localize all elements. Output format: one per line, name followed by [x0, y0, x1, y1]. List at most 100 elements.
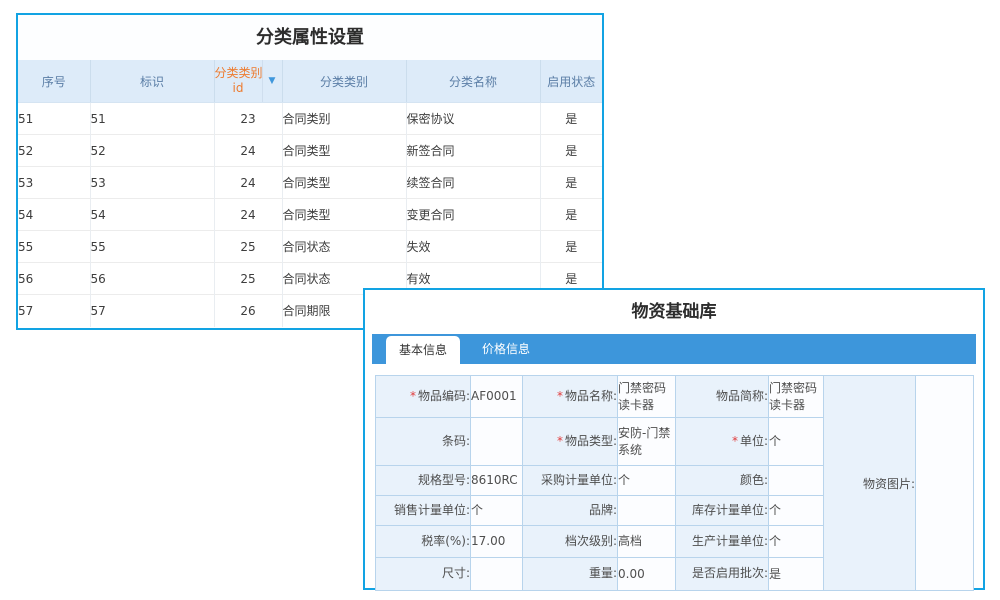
field-value-item-type: 安防-门禁系统 — [618, 418, 676, 466]
cell-enabled-status: 是 — [540, 135, 602, 167]
field-value-barcode — [471, 418, 523, 466]
field-label-tax-rate: 税率(%): — [376, 526, 471, 558]
field-label-item-name: *物品名称: — [523, 376, 618, 418]
basic-info-form: *物品编码: AF0001 *物品名称: 门禁密码读卡器 物品简称: 门禁密码读… — [375, 375, 974, 591]
field-label-barcode: 条码: — [376, 418, 471, 466]
field-value-batch-enabled: 是 — [769, 558, 824, 591]
field-value-production-unit: 个 — [769, 526, 824, 558]
field-value-tax-rate: 17.00 — [471, 526, 523, 558]
category-table: 序号 标识 分类类别 id ▼ 分类类别 分类名称 启用状态 — [18, 60, 602, 327]
field-value-item-code: AF0001 — [471, 376, 523, 418]
tab-price-info[interactable]: 价格信息 — [468, 334, 544, 364]
cell-seq: 57 — [18, 295, 90, 327]
field-label-item-short-name: 物品简称: — [676, 376, 769, 418]
col-header-category-id[interactable]: 分类类别 id ▼ — [214, 60, 282, 103]
field-label-material-image: 物资图片: — [824, 376, 916, 591]
field-value-size — [471, 558, 523, 591]
table-row[interactable]: 53 53 24 合同类型 续签合同 是 — [18, 167, 602, 199]
field-label-item-code: *物品编码: — [376, 376, 471, 418]
field-value-purchase-unit: 个 — [618, 466, 676, 496]
cell-seq: 53 — [18, 167, 90, 199]
cell-enabled-status: 是 — [540, 103, 602, 135]
field-label-stock-unit: 库存计量单位: — [676, 496, 769, 526]
cell-category-id: 25 — [214, 231, 282, 263]
col-header-identifier: 标识 — [90, 60, 214, 103]
cell-identifier: 56 — [90, 263, 214, 295]
field-value-sales-unit: 个 — [471, 496, 523, 526]
field-value-material-image — [916, 376, 974, 591]
col-header-seq: 序号 — [18, 60, 90, 103]
cell-category-name: 保密协议 — [406, 103, 540, 135]
cell-identifier: 53 — [90, 167, 214, 199]
required-asterisk: * — [557, 434, 563, 448]
field-value-color — [769, 466, 824, 496]
cell-identifier: 57 — [90, 295, 214, 327]
cell-category-id: 24 — [214, 135, 282, 167]
cell-category-name: 失效 — [406, 231, 540, 263]
cell-category-name: 新签合同 — [406, 135, 540, 167]
field-label-brand: 品牌: — [523, 496, 618, 526]
cell-category-name: 续签合同 — [406, 167, 540, 199]
cell-category-type: 合同类型 — [282, 135, 406, 167]
cell-identifier: 51 — [90, 103, 214, 135]
cell-seq: 54 — [18, 199, 90, 231]
field-label-batch-enabled: 是否启用批次: — [676, 558, 769, 591]
cell-category-id: 24 — [214, 199, 282, 231]
field-label-color: 颜色: — [676, 466, 769, 496]
col-header-category-type: 分类类别 — [282, 60, 406, 103]
field-value-item-name: 门禁密码读卡器 — [618, 376, 676, 418]
cell-category-name: 变更合同 — [406, 199, 540, 231]
field-value-grade-level: 高档 — [618, 526, 676, 558]
table-row[interactable]: 55 55 25 合同状态 失效 是 — [18, 231, 602, 263]
field-label-unit: *单位: — [676, 418, 769, 466]
field-value-item-short-name: 门禁密码读卡器 — [769, 376, 824, 418]
category-id-header-label: 分类类别 id — [215, 60, 262, 102]
field-label-size: 尺寸: — [376, 558, 471, 591]
cell-category-type: 合同状态 — [282, 231, 406, 263]
cell-enabled-status: 是 — [540, 167, 602, 199]
cell-category-id: 23 — [214, 103, 282, 135]
cell-enabled-status: 是 — [540, 231, 602, 263]
cell-identifier: 55 — [90, 231, 214, 263]
field-value-stock-unit: 个 — [769, 496, 824, 526]
cell-category-type: 合同类别 — [282, 103, 406, 135]
field-label-production-unit: 生产计量单位: — [676, 526, 769, 558]
category-attribute-panel: 分类属性设置 序号 标识 分类类别 id ▼ 分类类别 — [16, 13, 604, 330]
cell-seq: 52 — [18, 135, 90, 167]
field-label-spec-model: 规格型号: — [376, 466, 471, 496]
cell-enabled-status: 是 — [540, 199, 602, 231]
table-header-row: 序号 标识 分类类别 id ▼ 分类类别 分类名称 启用状态 — [18, 60, 602, 103]
cell-category-id: 25 — [214, 263, 282, 295]
table-row[interactable]: 52 52 24 合同类型 新签合同 是 — [18, 135, 602, 167]
tab-basic-info[interactable]: 基本信息 — [386, 336, 460, 364]
cell-identifier: 54 — [90, 199, 214, 231]
field-label-item-type: *物品类型: — [523, 418, 618, 466]
required-asterisk: * — [732, 434, 738, 448]
field-label-weight: 重量: — [523, 558, 618, 591]
field-label-grade-level: 档次级别: — [523, 526, 618, 558]
cell-category-type: 合同类型 — [282, 167, 406, 199]
field-value-weight: 0.00 — [618, 558, 676, 591]
table-row[interactable]: 54 54 24 合同类型 变更合同 是 — [18, 199, 602, 231]
cell-category-id: 24 — [214, 167, 282, 199]
table-row[interactable]: 51 51 23 合同类别 保密协议 是 — [18, 103, 602, 135]
cell-identifier: 52 — [90, 135, 214, 167]
field-value-unit: 个 — [769, 418, 824, 466]
required-asterisk: * — [557, 389, 563, 403]
cell-category-id: 26 — [214, 295, 282, 327]
required-asterisk: * — [410, 389, 416, 403]
tab-bar: 基本信息 价格信息 — [372, 334, 976, 364]
sort-dropdown-icon[interactable]: ▼ — [262, 60, 282, 102]
field-value-brand — [618, 496, 676, 526]
field-value-spec-model: 8610RC — [471, 466, 523, 496]
col-header-enabled-status: 启用状态 — [540, 60, 602, 103]
field-label-sales-unit: 销售计量单位: — [376, 496, 471, 526]
cell-seq: 56 — [18, 263, 90, 295]
cell-category-type: 合同类型 — [282, 199, 406, 231]
material-base-panel: 物资基础库 基本信息 价格信息 *物品编码: AF0001 *物品名称: 门禁密… — [363, 288, 985, 590]
field-label-purchase-unit: 采购计量单位: — [523, 466, 618, 496]
panel2-title: 物资基础库 — [365, 290, 983, 334]
panel1-title: 分类属性设置 — [18, 15, 602, 60]
cell-seq: 55 — [18, 231, 90, 263]
cell-seq: 51 — [18, 103, 90, 135]
